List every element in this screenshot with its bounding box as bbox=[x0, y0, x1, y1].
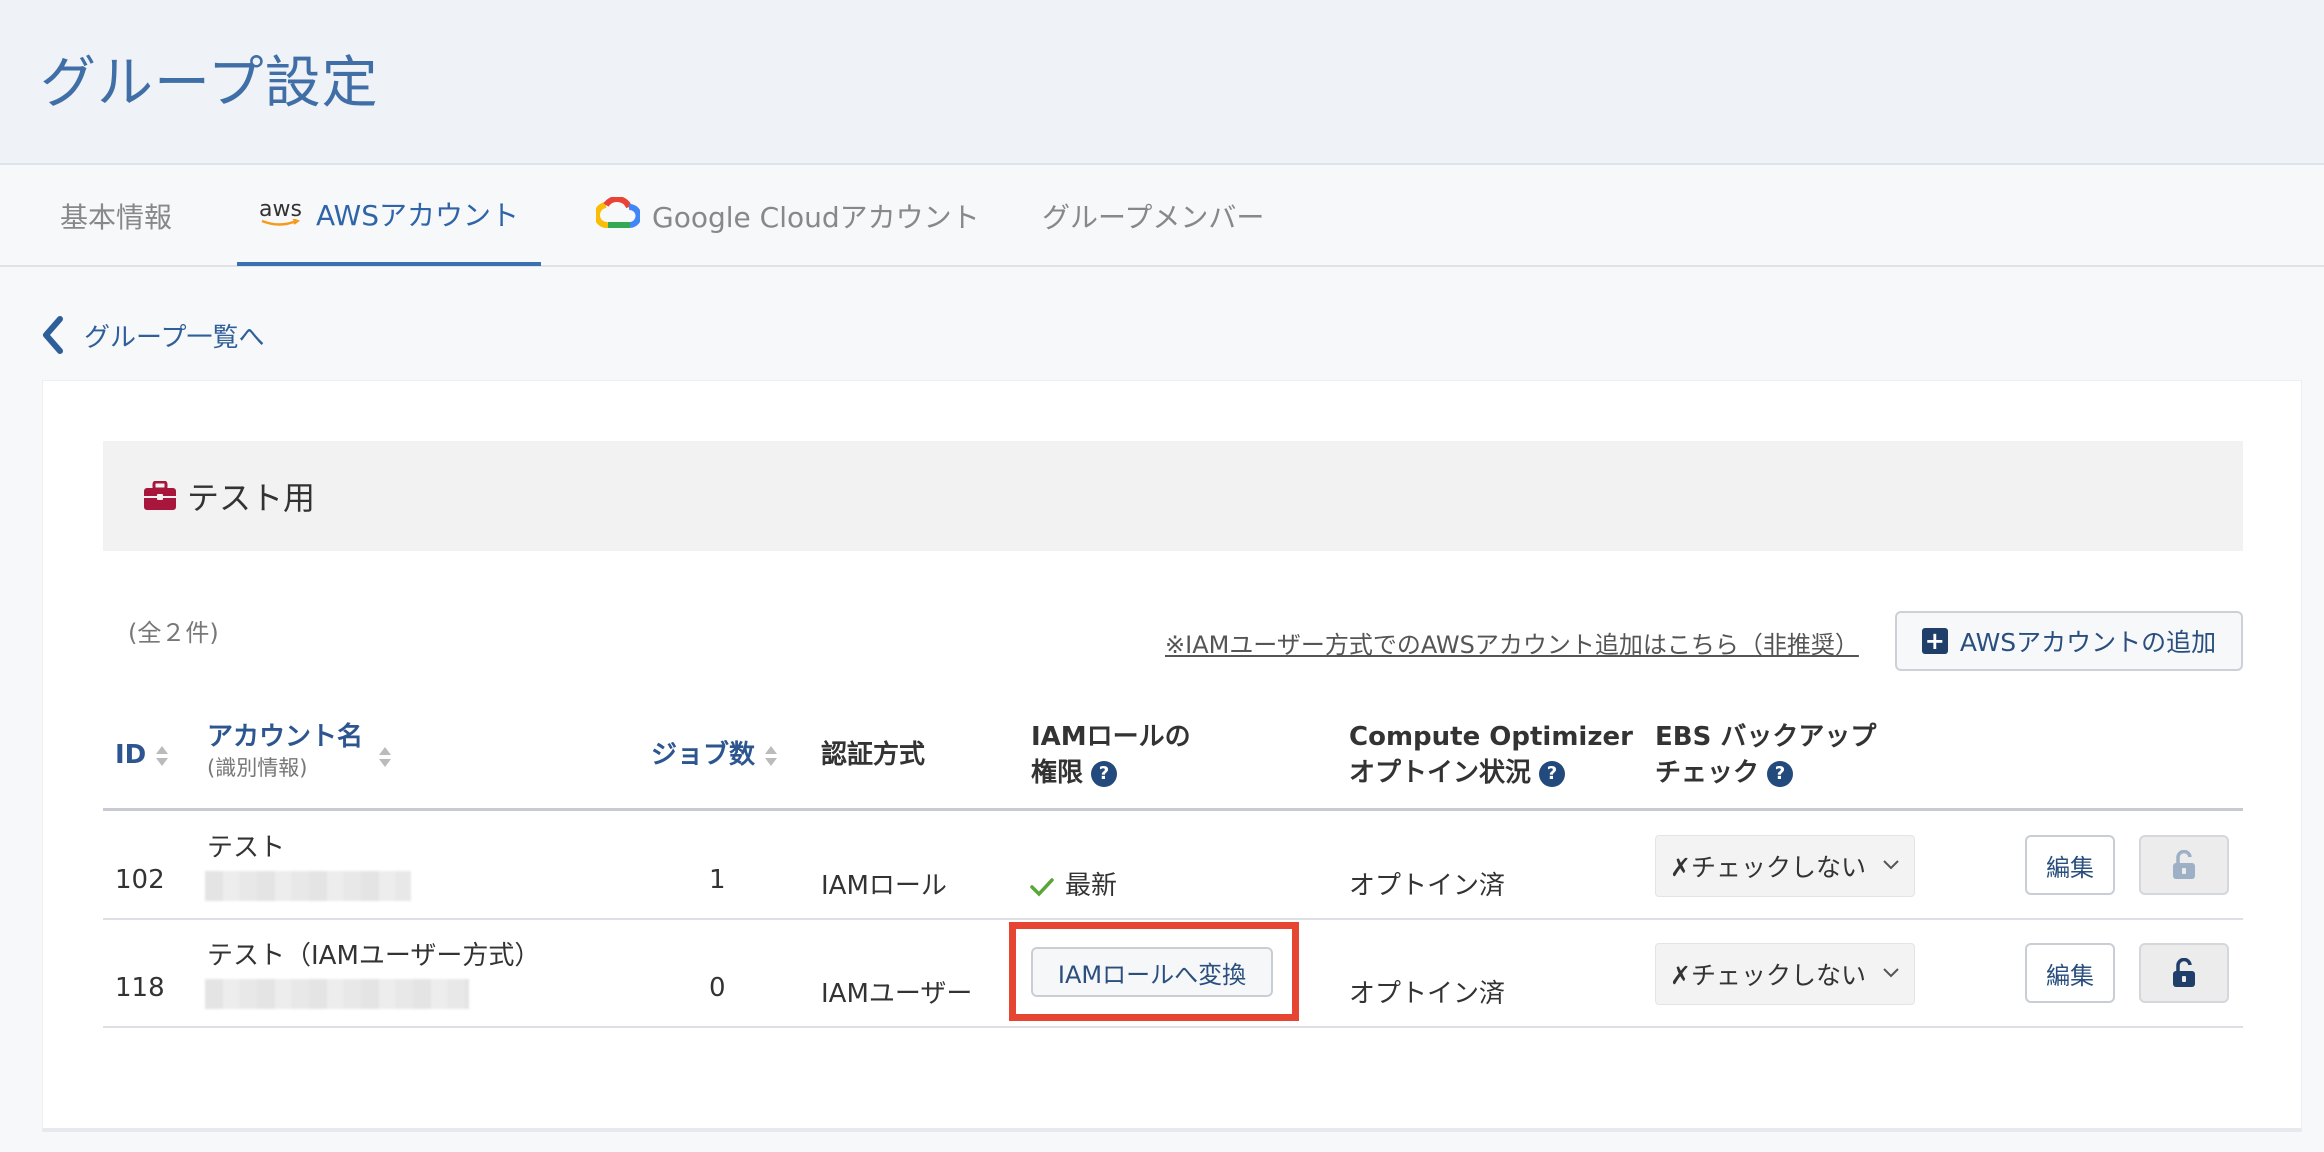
select-value: ✗チェックしない bbox=[1670, 961, 1866, 990]
account-card: テスト用 (全２件) ※IAMユーザー方式でのAWSアカウント追加はこちら（非推… bbox=[42, 380, 2302, 1132]
add-button-label: AWSアカウントの追加 bbox=[1959, 628, 2217, 657]
add-aws-account-button[interactable]: + AWSアカウントの追加 bbox=[1895, 611, 2243, 671]
column-header-account-name[interactable]: アカウント名 (識別情報) bbox=[207, 719, 391, 781]
tab-basic-info[interactable]: 基本情報 bbox=[60, 165, 172, 267]
iam-status-label: 最新 bbox=[1065, 871, 1118, 901]
select-value: ✗チェックしない bbox=[1670, 853, 1866, 882]
check-icon bbox=[1030, 877, 1054, 897]
tab-label: Google Cloudアカウント bbox=[652, 201, 980, 234]
lock-button[interactable] bbox=[2139, 943, 2229, 1003]
group-banner: テスト用 bbox=[103, 441, 2243, 551]
edit-button[interactable]: 編集 bbox=[2025, 943, 2115, 1003]
page-title: グループ設定 bbox=[40, 51, 379, 116]
tab-label: AWSアカウント bbox=[315, 198, 520, 232]
ebs-check-select[interactable]: ✗チェックしない bbox=[1655, 835, 1915, 897]
table-header-divider bbox=[103, 808, 2243, 811]
row-account-name: テスト（IAMユーザー方式） bbox=[207, 941, 541, 971]
header-label: アカウント名 bbox=[207, 722, 364, 752]
row-jobs: 1 bbox=[709, 865, 726, 895]
tab-google-cloud-accounts[interactable]: Google Cloudアカウント bbox=[594, 165, 980, 267]
unlock-button[interactable] bbox=[2139, 835, 2229, 895]
column-header-jobs[interactable]: ジョブ数 bbox=[651, 737, 779, 773]
sort-icon bbox=[379, 747, 391, 767]
unlock-icon bbox=[2173, 958, 2195, 987]
tab-label: グループメンバー bbox=[1042, 201, 1265, 234]
convert-to-iam-role-button[interactable]: IAMロールへ変換 bbox=[1031, 947, 1273, 997]
row-id: 102 bbox=[115, 865, 165, 895]
header-label-line2: 権限 bbox=[1031, 758, 1084, 788]
tab-label: 基本情報 bbox=[60, 201, 173, 234]
help-icon[interactable]: ? bbox=[1767, 760, 1794, 787]
chevron-left-icon bbox=[43, 316, 63, 354]
unlock-icon bbox=[2173, 850, 2195, 879]
row-divider bbox=[103, 918, 2243, 920]
header-label-line2: オプトイン状況 bbox=[1349, 758, 1532, 788]
help-icon[interactable]: ? bbox=[1539, 760, 1566, 787]
row-divider bbox=[103, 1026, 2243, 1028]
redacted-identifier bbox=[205, 979, 469, 1009]
edit-label: 編集 bbox=[2046, 853, 2094, 882]
tab-group-members[interactable]: グループメンバー bbox=[1042, 165, 1264, 267]
aws-logo-icon: aws bbox=[259, 196, 302, 227]
page-header: グループ設定 bbox=[0, 0, 2324, 165]
header-label-line2: チェック bbox=[1655, 758, 1760, 788]
sort-icon bbox=[765, 745, 778, 766]
sort-icon bbox=[156, 745, 169, 766]
row-jobs: 0 bbox=[709, 973, 726, 1003]
header-label-line1: IAMロールの bbox=[1031, 722, 1191, 752]
header-label: 認証方式 bbox=[821, 740, 926, 770]
iam-user-add-link[interactable]: ※IAMユーザー方式でのAWSアカウント追加はこちら（非推奨） bbox=[1165, 625, 1859, 660]
aws-logo-text: aws bbox=[259, 196, 302, 222]
column-header-iam-role: IAMロールの 権限? bbox=[1031, 719, 1191, 791]
plus-icon: + bbox=[1921, 628, 1948, 654]
column-header-auth: 認証方式 bbox=[821, 737, 925, 773]
row-account-name: テスト bbox=[207, 833, 286, 863]
header-sub-label: (識別情報) bbox=[207, 756, 308, 780]
chevron-down-icon bbox=[1883, 860, 1899, 870]
back-to-group-list-link[interactable]: グループ一覧へ bbox=[40, 310, 264, 360]
redacted-identifier bbox=[205, 871, 411, 901]
group-name: テスト用 bbox=[187, 479, 316, 517]
help-icon[interactable]: ? bbox=[1091, 760, 1118, 787]
row-auth: IAMユーザー bbox=[821, 979, 973, 1009]
edit-button[interactable]: 編集 bbox=[2025, 835, 2115, 895]
ebs-check-select[interactable]: ✗チェックしない bbox=[1655, 943, 1915, 1005]
column-header-ebs-backup: EBS バックアップ チェック? bbox=[1655, 719, 1876, 791]
chevron-down-icon bbox=[1883, 968, 1899, 978]
column-header-compute-optimizer: Compute Optimizer オプトイン状況? bbox=[1349, 719, 1633, 791]
header-label: ID bbox=[115, 740, 147, 770]
iam-status: 最新 bbox=[1029, 865, 1117, 902]
briefcase-icon bbox=[144, 481, 176, 510]
convert-label: IAMロールへ変換 bbox=[1057, 960, 1247, 989]
row-auth: IAMロール bbox=[821, 871, 947, 901]
back-link-label: グループ一覧へ bbox=[84, 322, 265, 353]
header-label-line1: EBS バックアップ bbox=[1655, 722, 1877, 752]
row-optin: オプトイン済 bbox=[1349, 979, 1506, 1009]
column-header-id[interactable]: ID bbox=[115, 737, 170, 773]
tab-aws-accounts[interactable]: aws AWSアカウント bbox=[237, 165, 542, 266]
header-label-line1: Compute Optimizer bbox=[1349, 722, 1633, 752]
tab-bar: 基本情報 aws AWSアカウント Google Cloudアカウント グループ… bbox=[0, 165, 2324, 267]
google-cloud-icon bbox=[594, 195, 642, 236]
row-id: 118 bbox=[115, 973, 165, 1003]
record-count: (全２件) bbox=[128, 619, 219, 647]
edit-label: 編集 bbox=[2046, 961, 2094, 990]
row-optin: オプトイン済 bbox=[1349, 871, 1506, 901]
header-label: ジョブ数 bbox=[651, 740, 756, 770]
